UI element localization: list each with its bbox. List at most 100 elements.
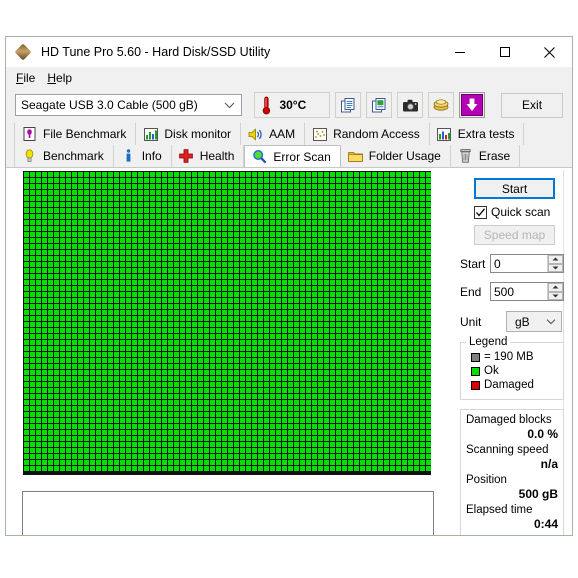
scan-block: [96, 382, 101, 387]
tab-info[interactable]: Info: [113, 145, 172, 167]
scan-block: [354, 430, 359, 435]
tab-erase[interactable]: Erase: [450, 145, 521, 167]
menu-item-help[interactable]: Help: [44, 69, 81, 87]
scan-block: [216, 286, 221, 291]
tab-disk-monitor[interactable]: Disk monitor: [136, 123, 242, 145]
scan-block: [54, 280, 59, 285]
quick-scan-checkbox[interactable]: [474, 205, 487, 219]
scan-block: [312, 358, 317, 363]
tab-file-benchmark[interactable]: File Benchmark: [14, 123, 137, 145]
tab-error-scan[interactable]: Error Scan: [244, 145, 341, 167]
scan-block: [156, 460, 161, 465]
tab-random-access[interactable]: Random Access: [305, 123, 430, 145]
scan-block: [336, 346, 341, 351]
scan-block: [390, 400, 395, 405]
scan-block: [78, 214, 83, 219]
scan-block: [264, 232, 269, 237]
scan-block: [210, 376, 215, 381]
scan-block-grid[interactable]: [23, 171, 431, 475]
scan-block: [342, 406, 347, 411]
start-stepper[interactable]: [547, 255, 563, 272]
scan-block: [282, 238, 287, 243]
scan-block: [54, 310, 59, 315]
tab-extra-tests[interactable]: Extra tests: [429, 123, 525, 145]
scan-block: [48, 286, 53, 291]
scan-block: [162, 286, 167, 291]
scan-block: [300, 184, 305, 189]
scan-block: [402, 340, 407, 345]
scan-block: [420, 274, 425, 279]
scan-block: [294, 226, 299, 231]
unit-select[interactable]: gB: [506, 311, 562, 332]
tab-benchmark[interactable]: Benchmark: [14, 145, 114, 167]
scan-block: [354, 454, 359, 459]
scan-block: [138, 340, 143, 345]
scan-block: [318, 454, 323, 459]
scan-block: [120, 352, 125, 357]
maximize-icon[interactable]: [482, 37, 527, 67]
end-stepper-down-icon[interactable]: [548, 291, 563, 300]
money-icon[interactable]: [428, 92, 455, 118]
drive-select[interactable]: Seagate USB 3.0 Cable (500 gB): [15, 94, 243, 116]
start-button[interactable]: Start: [474, 178, 555, 199]
scan-block: [198, 172, 203, 177]
scan-block: [144, 220, 149, 225]
scan-block: [294, 178, 299, 183]
minimize-icon[interactable]: [437, 37, 482, 67]
end-stepper-up-icon[interactable]: [548, 283, 563, 292]
scan-block: [180, 394, 185, 399]
scan-block: [48, 304, 53, 309]
start-stepper-down-icon[interactable]: [548, 263, 563, 272]
scan-block: [150, 280, 155, 285]
scan-block: [138, 400, 143, 405]
scan-block: [210, 406, 215, 411]
copy-image-icon[interactable]: [366, 92, 393, 118]
scan-block: [204, 286, 209, 291]
scan-block: [252, 406, 257, 411]
scan-block: [72, 286, 77, 291]
scan-block: [276, 304, 281, 309]
scan-block: [378, 466, 383, 471]
scan-block: [336, 376, 341, 381]
scan-block: [342, 466, 347, 471]
end-stepper[interactable]: [547, 283, 563, 300]
scan-block: [360, 388, 365, 393]
scan-block: [294, 250, 299, 255]
scan-block: [108, 190, 113, 195]
scan-block: [48, 346, 53, 351]
scan-block: [264, 226, 269, 231]
scan-block: [102, 262, 107, 267]
exit-button[interactable]: Exit: [501, 92, 563, 118]
camera-icon[interactable]: [397, 92, 424, 118]
scan-block: [138, 310, 143, 315]
tab-folder-usage[interactable]: Folder Usage: [340, 145, 451, 167]
scan-block: [90, 466, 95, 471]
start-input[interactable]: 0: [490, 254, 564, 273]
scan-block: [102, 412, 107, 417]
scan-block: [222, 328, 227, 333]
quick-scan-row[interactable]: Quick scan: [474, 205, 564, 219]
scan-block: [66, 418, 71, 423]
scan-block: [294, 358, 299, 363]
scan-block: [102, 340, 107, 345]
scan-block: [96, 352, 101, 357]
scan-block: [132, 214, 137, 219]
tab-health[interactable]: Health: [171, 145, 245, 167]
scan-block: [294, 376, 299, 381]
scan-block: [336, 292, 341, 297]
scan-block: [156, 268, 161, 273]
download-arrow-icon[interactable]: [459, 92, 486, 118]
scan-block: [126, 322, 131, 327]
scan-block: [120, 376, 125, 381]
scan-block: [114, 322, 119, 327]
tab-aam[interactable]: AAM: [241, 123, 306, 145]
close-icon[interactable]: [527, 37, 572, 67]
menu-item-file[interactable]: File: [13, 69, 44, 87]
copy-icon[interactable]: [335, 92, 362, 118]
scan-block: [60, 286, 65, 291]
scan-block: [312, 232, 317, 237]
end-input[interactable]: 500: [490, 282, 564, 301]
scan-block: [78, 184, 83, 189]
scan-block: [396, 430, 401, 435]
start-stepper-up-icon[interactable]: [548, 255, 563, 264]
